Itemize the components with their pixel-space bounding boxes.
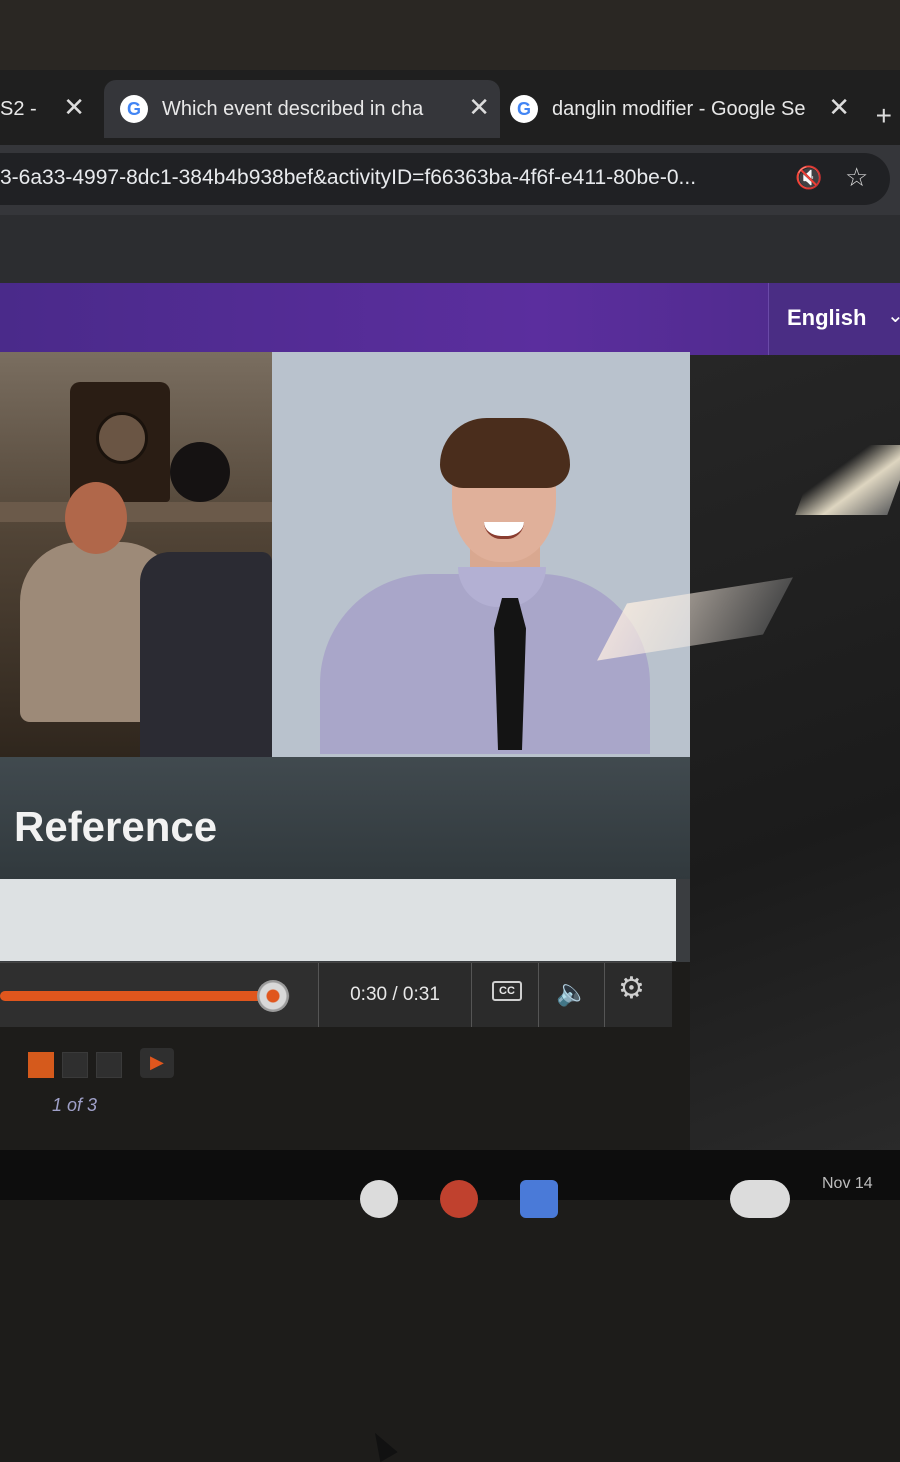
address-bar[interactable]: 3-6a33-4997-8dc1-384b4b938bef&activityID… [0, 153, 890, 205]
title-band: Reference [0, 757, 690, 879]
telephone [170, 442, 230, 502]
course-header-bar: English ⌄ [0, 283, 900, 355]
volume-button[interactable]: 🔈 [540, 963, 605, 1027]
clock-face [96, 412, 148, 464]
tab-label: danglin modifier - Google Se [552, 97, 806, 120]
man-head [65, 482, 127, 554]
time-display: 0:30 / 0:31 [318, 963, 472, 1027]
close-icon[interactable]: ✕ [828, 94, 850, 120]
video-title: Reference [14, 803, 218, 850]
new-tab-button[interactable]: + [876, 100, 892, 132]
presenter-hair [440, 418, 570, 488]
app-icon[interactable] [360, 1180, 398, 1218]
page-top-area [0, 215, 900, 283]
language-selector[interactable]: English ⌄ [768, 283, 900, 355]
gear-icon: ⚙ [618, 972, 645, 1005]
language-label: English [787, 305, 867, 330]
close-icon[interactable]: ✕ [468, 94, 490, 120]
video-player[interactable]: Reference [0, 352, 690, 1462]
slide-pager: ▶ [0, 1040, 200, 1080]
play-icon: ▶ [150, 1052, 164, 1072]
google-icon: G [120, 95, 148, 123]
mouse-cursor-icon [366, 1427, 398, 1462]
app-icon[interactable] [440, 1180, 478, 1218]
system-date: Nov 14 [822, 1175, 873, 1192]
page-indicator-1[interactable] [28, 1052, 54, 1078]
progress-handle[interactable] [257, 980, 289, 1012]
muted-speaker-icon[interactable]: 🔇 [795, 165, 822, 191]
next-button[interactable]: ▶ [140, 1048, 174, 1078]
progress-bar[interactable] [0, 963, 318, 1027]
app-icon[interactable] [520, 1180, 558, 1218]
tab-label: S2 - [0, 97, 37, 120]
page-count: 1 of 3 [52, 1095, 98, 1115]
video-frame-left-image [0, 352, 272, 757]
tab-s2[interactable]: S2 - ✕ [0, 80, 95, 138]
monitor-bezel [0, 0, 900, 70]
cloud-icon [730, 1180, 790, 1218]
player-controls: 0:30 / 0:31 CC 🔈 ⚙ [0, 962, 672, 1027]
page-indicator-3[interactable] [96, 1052, 122, 1078]
seated-man [20, 482, 180, 722]
google-icon: G [510, 95, 538, 123]
speaker-icon: 🔈 [556, 977, 589, 1007]
caption-band [0, 879, 676, 1462]
browser-tab-strip: S2 - ✕ G Which event described in cha ✕ … [0, 70, 900, 145]
chair [140, 552, 272, 757]
toolbar: 3-6a33-4997-8dc1-384b4b938bef&activityID… [0, 145, 900, 215]
settings-button[interactable]: ⚙ [606, 963, 672, 1027]
tab-label: Which event described in cha [162, 97, 424, 120]
progress-fill [0, 991, 281, 1001]
close-icon[interactable]: ✕ [63, 94, 85, 120]
page-indicator-2[interactable] [62, 1052, 88, 1078]
captions-button[interactable]: CC [472, 963, 539, 1027]
tab-which-event[interactable]: G Which event described in cha ✕ [104, 80, 500, 138]
star-icon[interactable]: ☆ [845, 162, 868, 193]
url-text[interactable]: 3-6a33-4997-8dc1-384b4b938bef&activityID… [0, 166, 780, 190]
video-frame-presenter [272, 352, 690, 757]
chevron-down-icon: ⌄ [887, 305, 900, 327]
tab-danglin-modifier[interactable]: G danglin modifier - Google Se ✕ [500, 80, 860, 138]
cc-icon: CC [492, 981, 522, 1001]
